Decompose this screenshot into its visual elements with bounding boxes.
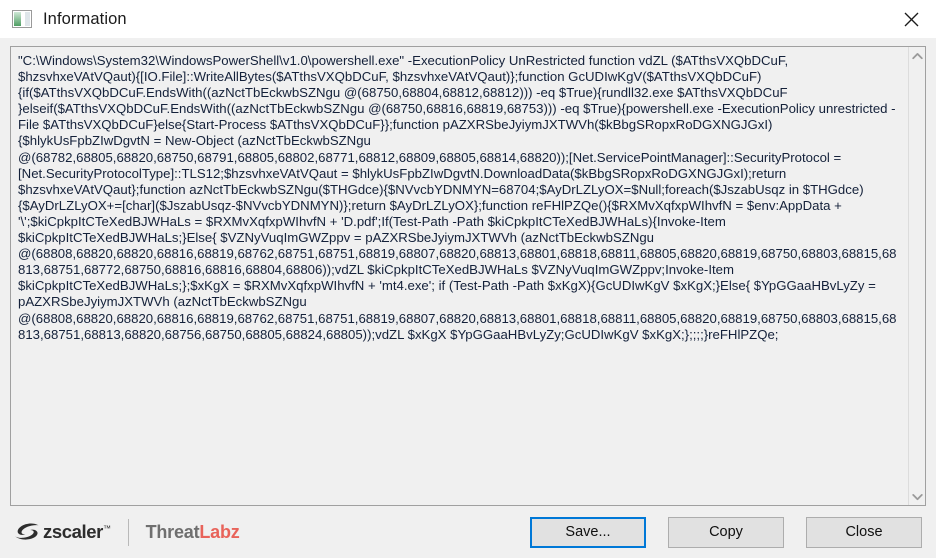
save-button[interactable]: Save... [530, 516, 646, 548]
script-textbox[interactable]: "C:\Windows\System32\WindowsPowerShell\v… [10, 46, 926, 506]
information-dialog: Information "C:\Windows\System32\Windows… [0, 0, 936, 558]
script-textbox-inner: "C:\Windows\System32\WindowsPowerShell\v… [11, 47, 908, 505]
zscaler-wordmark: zscaler™ [43, 520, 111, 542]
zscaler-swoosh-icon [15, 523, 39, 540]
zscaler-logo: zscaler™ [14, 522, 111, 542]
window-info-icon [12, 10, 32, 28]
brand-divider [127, 518, 129, 546]
threatlabz-labz-text: Labz [199, 521, 240, 542]
scroll-down-button[interactable] [909, 488, 926, 505]
title-bar: Information [0, 0, 936, 38]
close-button[interactable]: Close [806, 516, 922, 548]
scroll-up-arrow-icon [911, 52, 923, 59]
footer-button-row: Save... Copy Close [530, 516, 922, 548]
scroll-down-arrow-icon [911, 493, 923, 500]
dialog-footer: zscaler™ ThreatLabz Save... Copy Close [0, 506, 936, 558]
threatlabz-threat-text: Threat [145, 521, 200, 542]
zscaler-trademark: ™ [102, 523, 111, 533]
close-window-button[interactable] [886, 0, 936, 38]
script-text: "C:\Windows\System32\WindowsPowerShell\v… [18, 53, 897, 342]
brand-block: zscaler™ ThreatLabz [14, 518, 240, 546]
scrollbar-track[interactable] [909, 64, 926, 488]
copy-button[interactable]: Copy [668, 516, 784, 548]
window-title: Information [43, 9, 127, 28]
zscaler-text: zscaler [43, 520, 103, 542]
dialog-body: "C:\Windows\System32\WindowsPowerShell\v… [0, 38, 936, 506]
scroll-up-button[interactable] [909, 47, 926, 64]
vertical-scrollbar[interactable] [908, 47, 925, 505]
threatlabz-wordmark: ThreatLabz [146, 522, 240, 543]
close-icon [904, 12, 918, 26]
